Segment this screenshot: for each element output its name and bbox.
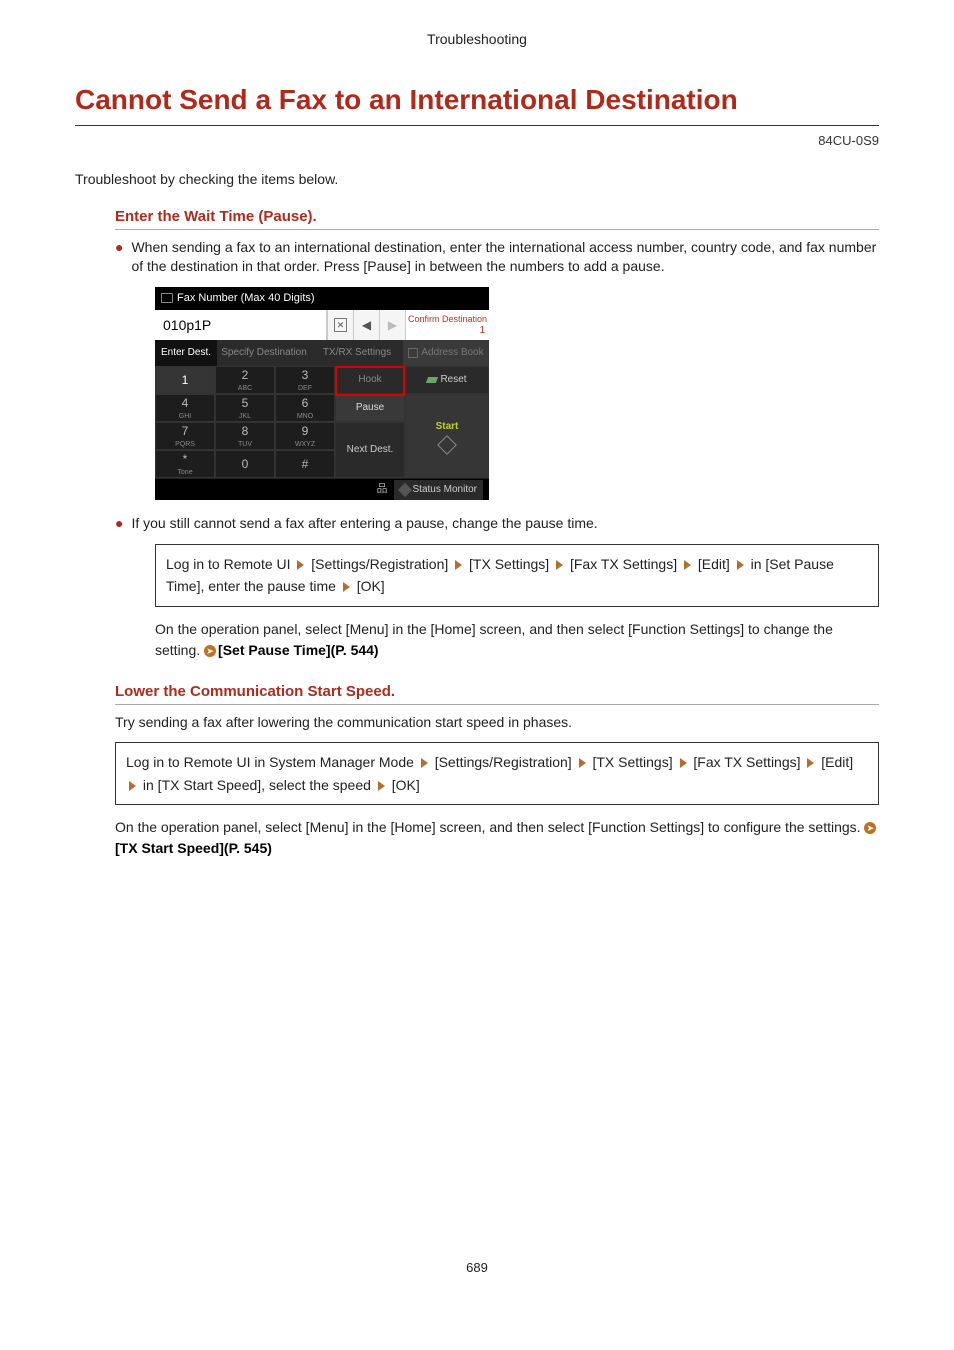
box1-p2: [TX Settings] bbox=[469, 556, 553, 572]
box2-p3: [Fax TX Settings] bbox=[693, 754, 804, 770]
arrow-icon bbox=[737, 560, 744, 570]
section2-note: On the operation panel, select [Menu] in… bbox=[115, 817, 879, 859]
box1-p6: [OK] bbox=[357, 578, 385, 594]
box1-p4: [Edit] bbox=[698, 556, 734, 572]
device-title: Fax Number (Max 40 Digits) bbox=[177, 291, 315, 306]
confirm-count: 1 bbox=[479, 325, 489, 336]
backspace-button[interactable]: ✕ bbox=[327, 310, 353, 340]
arrow-icon bbox=[378, 781, 385, 791]
box2-p4: [Edit] bbox=[821, 754, 853, 770]
keypad-3[interactable]: 3DEF bbox=[275, 366, 335, 394]
tab-enter-dest[interactable]: Enter Dest. bbox=[155, 340, 217, 366]
section1-procedure-box: Log in to Remote UI [Settings/Registrati… bbox=[155, 544, 879, 607]
hook-button[interactable]: Hook bbox=[335, 366, 405, 394]
arrow-icon bbox=[421, 758, 428, 768]
keypad-9[interactable]: 9WXYZ bbox=[275, 422, 335, 450]
page-title: Cannot Send a Fax to an International De… bbox=[75, 80, 879, 126]
tab-address-book[interactable]: Address Book bbox=[403, 340, 489, 366]
keypad-2[interactable]: 2ABC bbox=[215, 366, 275, 394]
status-monitor-label: Status Monitor bbox=[413, 483, 477, 497]
status-monitor-button[interactable]: Status Monitor bbox=[394, 480, 483, 500]
intro-text: Troubleshoot by checking the items below… bbox=[75, 170, 879, 190]
device-screenshot: Fax Number (Max 40 Digits) 010p1P ✕ ◀ ▶ … bbox=[155, 287, 489, 500]
keypad-6[interactable]: 6MNO bbox=[275, 394, 335, 422]
fax-number-input[interactable]: 010p1P bbox=[155, 310, 327, 340]
section2-procedure-box: Log in to Remote UI in System Manager Mo… bbox=[115, 742, 879, 805]
device-titlebar: Fax Number (Max 40 Digits) bbox=[155, 287, 489, 310]
section1-title: Enter the Wait Time (Pause). bbox=[115, 206, 879, 230]
box1-p1: [Settings/Registration] bbox=[311, 556, 452, 572]
box1-p0: Log in to Remote UI bbox=[166, 556, 294, 572]
bullet-icon: ● bbox=[115, 514, 123, 534]
section2-note-text: On the operation panel, select [Menu] in… bbox=[115, 819, 864, 835]
reset-icon bbox=[426, 377, 438, 383]
tab-specify-dest[interactable]: Specify Destination bbox=[217, 340, 311, 366]
header-category: Troubleshooting bbox=[75, 30, 879, 50]
keypad-1[interactable]: 1 bbox=[155, 366, 215, 394]
section1-note-link[interactable]: [Set Pause Time](P. 544) bbox=[218, 642, 379, 658]
arrow-icon bbox=[455, 560, 462, 570]
pause-button[interactable]: Pause bbox=[335, 394, 405, 422]
section2-intro: Try sending a fax after lowering the com… bbox=[115, 713, 879, 733]
link-icon: ➤ bbox=[204, 645, 216, 657]
tab-address-label: Address Book bbox=[421, 346, 483, 360]
box1-p3: [Fax TX Settings] bbox=[570, 556, 681, 572]
tab-txrx-settings[interactable]: TX/RX Settings bbox=[311, 340, 403, 366]
section1-bullet1-text: When sending a fax to an international d… bbox=[131, 238, 879, 277]
keypad-hash[interactable]: # bbox=[275, 450, 335, 478]
section2-title: Lower the Communication Start Speed. bbox=[115, 681, 879, 705]
keypad-4[interactable]: 4GHI bbox=[155, 394, 215, 422]
arrow-icon bbox=[680, 758, 687, 768]
keypad-5[interactable]: 5JKL bbox=[215, 394, 275, 422]
reset-button[interactable]: Reset bbox=[405, 366, 489, 394]
box2-p5: in [TX Start Speed], select the speed bbox=[143, 777, 375, 793]
section2-note-link[interactable]: [TX Start Speed](P. 545) bbox=[115, 840, 272, 856]
link-icon: ➤ bbox=[864, 822, 876, 834]
address-book-icon bbox=[408, 348, 418, 358]
arrow-icon bbox=[807, 758, 814, 768]
network-icon: 品 bbox=[377, 482, 388, 497]
start-icon bbox=[437, 435, 457, 455]
cursor-right-button[interactable]: ▶ bbox=[379, 310, 405, 340]
box2-p2: [TX Settings] bbox=[592, 754, 676, 770]
keypad-0[interactable]: 0 bbox=[215, 450, 275, 478]
keypad-8[interactable]: 8TUV bbox=[215, 422, 275, 450]
start-button[interactable]: Start bbox=[405, 394, 489, 478]
arrow-icon bbox=[129, 781, 136, 791]
section1-bullet1: ● When sending a fax to an international… bbox=[115, 238, 879, 277]
section1-bullet2: ● If you still cannot send a fax after e… bbox=[115, 514, 879, 534]
next-dest-button[interactable]: Next Dest. bbox=[335, 422, 405, 478]
box2-p1: [Settings/Registration] bbox=[435, 754, 576, 770]
fax-icon bbox=[161, 293, 173, 303]
section1-bullet2-text: If you still cannot send a fax after ent… bbox=[131, 514, 879, 534]
section1-note: On the operation panel, select [Menu] in… bbox=[155, 619, 879, 661]
box2-p6: [OK] bbox=[392, 777, 420, 793]
arrow-icon bbox=[556, 560, 563, 570]
page-number: 689 bbox=[75, 1259, 879, 1277]
arrow-icon bbox=[684, 560, 691, 570]
confirm-destination-button[interactable]: Confirm Destination 1 bbox=[405, 310, 489, 340]
doc-code: 84CU-0S9 bbox=[75, 132, 879, 150]
status-monitor-icon bbox=[397, 483, 411, 497]
box2-p0: Log in to Remote UI in System Manager Mo… bbox=[126, 754, 418, 770]
confirm-label: Confirm Destination bbox=[408, 315, 487, 325]
arrow-icon bbox=[343, 582, 350, 592]
keypad-7[interactable]: 7PQRS bbox=[155, 422, 215, 450]
keypad-star[interactable]: *Tone bbox=[155, 450, 215, 478]
arrow-icon bbox=[297, 560, 304, 570]
arrow-icon bbox=[579, 758, 586, 768]
bullet-icon: ● bbox=[115, 238, 123, 277]
cursor-left-button[interactable]: ◀ bbox=[353, 310, 379, 340]
